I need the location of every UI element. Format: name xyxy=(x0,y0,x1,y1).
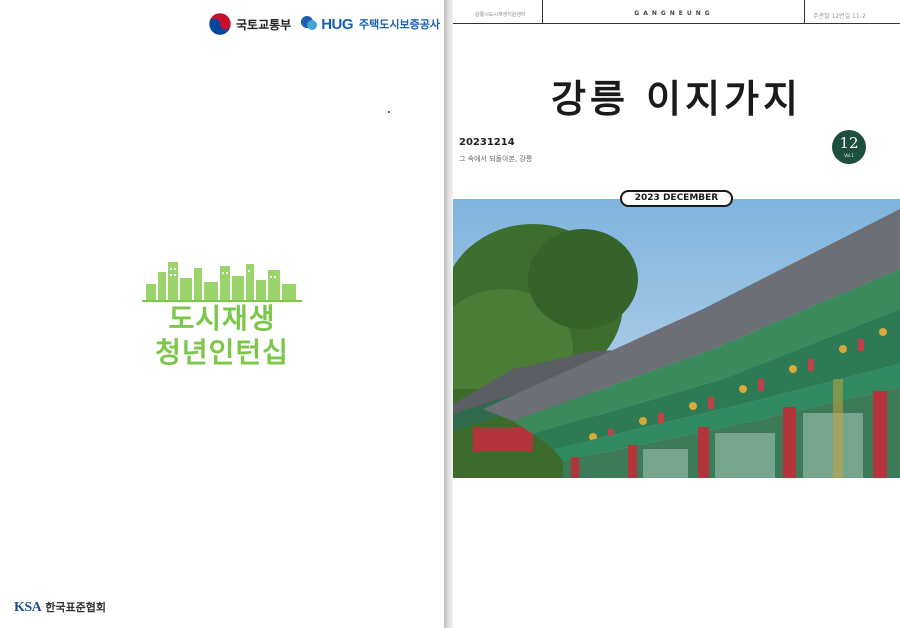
header-city: GANGNEUNG xyxy=(634,10,714,17)
magazine-title: 강릉 이지가지 xyxy=(551,77,802,121)
header-address: 주관철 12번길 11-2 xyxy=(813,13,866,20)
hug-logo-subtext: 주택도시보증공사 xyxy=(359,18,440,31)
hug-mark-icon xyxy=(301,16,318,30)
ksa-logo: KSA 한국표준협회 xyxy=(14,599,106,616)
volume-badge: 12 Vol.1 xyxy=(832,130,866,164)
program-logo: 도시재생 청년인턴십 xyxy=(140,258,304,370)
molit-logo-text: 국토교통부 xyxy=(235,17,292,32)
right-page: 강릉시도시재생지원센터 GANGNEUNG 주관철 12번길 11-2 강릉 이… xyxy=(453,0,900,628)
ksa-logo-mark: KSA xyxy=(14,600,42,615)
header-publisher: 강릉시도시재생지원센터 xyxy=(475,12,526,18)
hug-logo-text: HUG xyxy=(321,15,354,33)
city-skyline-icon xyxy=(142,262,302,302)
month-label: 2023 DECEMBER xyxy=(620,190,733,207)
volume-number: 12 xyxy=(839,134,859,152)
book-gutter xyxy=(444,0,453,628)
magazine-header-bar: 강릉시도시재생지원센터 GANGNEUNG 주관철 12번길 11-2 xyxy=(453,0,900,24)
program-title-line2: 청년인턴십 xyxy=(155,336,289,369)
taegeuk-icon xyxy=(208,12,232,36)
program-title-line1: 도시재생 xyxy=(168,302,276,335)
molit-logo: 국토교통부 xyxy=(208,12,291,36)
header-divider xyxy=(804,0,805,24)
volume-label: Vol.1 xyxy=(844,153,854,158)
partner-logos: 국토교통부 HUG 주택도시보증공사 xyxy=(208,12,440,36)
hug-logo: HUG 주택도시보증공사 xyxy=(299,15,440,33)
issue-date: 20231214 xyxy=(459,137,515,148)
cover-photo xyxy=(453,199,900,478)
issue-subtitle: 그 속에서 되돌아본, 강릉 xyxy=(459,155,533,163)
left-page: 국토교통부 HUG 주택도시보증공사 도시재생 청년인턴십 KSA 한국표준협회 xyxy=(0,0,444,628)
ksa-logo-name: 한국표준협회 xyxy=(45,601,107,614)
traditional-building-image xyxy=(453,199,900,478)
page-dot xyxy=(388,111,390,113)
